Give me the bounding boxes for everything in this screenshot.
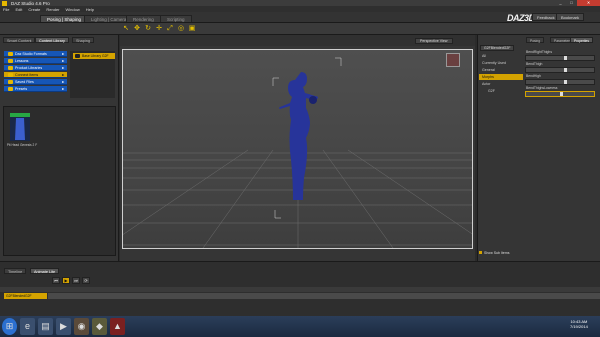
arrow-icon: ► xyxy=(61,87,65,91)
system-clock[interactable]: 10:43 AM 7/19/2014 xyxy=(570,319,588,329)
menu-file[interactable]: File xyxy=(3,7,9,12)
daz-icon[interactable]: ◆ xyxy=(92,318,107,335)
morph-slider[interactable] xyxy=(525,79,595,85)
arrow-icon: ► xyxy=(61,80,65,84)
view-cube-icon[interactable] xyxy=(446,53,460,67)
play-icon[interactable]: ▶ xyxy=(62,277,70,284)
folder-icon[interactable]: ▤ xyxy=(38,318,53,335)
ie-icon[interactable]: e xyxy=(20,318,35,335)
show-sub-items-checkbox[interactable]: Show Sub Items xyxy=(479,251,509,255)
track-lane[interactable] xyxy=(48,293,600,299)
morph-slider[interactable] xyxy=(525,67,595,73)
list-item[interactable]: Actor xyxy=(479,81,523,87)
tab-shaping[interactable]: Shaping xyxy=(72,37,94,43)
folder-item[interactable]: Daz Studio Formats ► xyxy=(4,51,67,57)
window-title: DAZ Studio 4.6 Pro xyxy=(11,0,50,6)
translate-tool-icon[interactable]: ✛ xyxy=(155,25,163,33)
sub-list-item[interactable]: G2F xyxy=(485,88,523,94)
menu-window[interactable]: Window xyxy=(66,7,80,12)
figure-hand xyxy=(309,96,317,104)
folder-item[interactable]: Presets ► xyxy=(4,86,67,92)
thumbnail-label: Pit Head Genesis 2 F xyxy=(6,143,38,147)
folder-item[interactable]: Saved Files ► xyxy=(4,79,67,85)
list-item-selected[interactable]: Morphs xyxy=(479,74,523,80)
pdf-icon[interactable]: ▲ xyxy=(110,318,125,335)
tab-rendering[interactable]: Rendering xyxy=(126,15,161,22)
slider-knob[interactable] xyxy=(564,68,567,72)
viewport-frame[interactable]: Cam xyxy=(122,49,473,249)
menu-create[interactable]: Create xyxy=(28,7,40,12)
next-frame-icon[interactable]: ⏭ xyxy=(72,277,80,284)
arrow-icon: ► xyxy=(61,73,65,77)
arrow-icon: ► xyxy=(61,52,65,56)
tab-timeline[interactable]: Timeline xyxy=(4,268,27,274)
loop-icon[interactable]: ⟳ xyxy=(82,277,90,284)
menu-help[interactable]: Help xyxy=(86,7,94,12)
camera-dropdown[interactable]: Perspective View xyxy=(415,38,453,44)
figure-thumbnail-image xyxy=(10,113,30,140)
timeline-track[interactable]: G2FBlendedG2F xyxy=(4,293,47,299)
first-frame-icon[interactable]: ⏮ xyxy=(52,277,60,284)
selected-content-item[interactable]: Base Library G2F xyxy=(73,53,115,59)
folder-item[interactable]: Lessons ► xyxy=(4,58,67,64)
timeline-ruler[interactable] xyxy=(0,287,600,292)
tab-posing-pane[interactable]: Posing xyxy=(526,37,545,43)
folder-icon xyxy=(8,52,13,56)
checkbox-icon xyxy=(479,251,482,254)
render-tool-icon[interactable]: ▣ xyxy=(188,25,196,33)
folder-item-selected[interactable]: Connect Items ► xyxy=(4,72,67,78)
list-item[interactable]: All xyxy=(479,53,523,59)
arrow-icon: ► xyxy=(61,66,65,70)
menu-render[interactable]: Render xyxy=(46,7,59,12)
folder-icon xyxy=(8,66,13,70)
select-tool-icon[interactable]: ↖ xyxy=(122,25,130,33)
tab-properties[interactable]: Properties xyxy=(570,37,594,43)
folder-item[interactable]: Product Libraries ► xyxy=(4,65,67,71)
slider-label: BendHigh xyxy=(526,74,541,78)
arrow-icon: ► xyxy=(61,59,65,63)
tab-posing[interactable]: Posing | Shaping xyxy=(40,15,88,22)
folder-icon xyxy=(8,87,13,91)
slider-knob[interactable] xyxy=(564,56,567,60)
tab-content-library[interactable]: Content Library xyxy=(35,37,69,43)
list-item[interactable]: Currently Used xyxy=(479,60,523,66)
viewport-header: Perspective View xyxy=(120,35,475,46)
tab-scripting[interactable]: Scripting xyxy=(160,15,192,22)
firefox-icon[interactable]: ◉ xyxy=(74,318,89,335)
folder-icon xyxy=(8,80,13,84)
morph-slider[interactable] xyxy=(525,55,595,61)
folder-icon xyxy=(8,73,13,77)
folder-icon xyxy=(75,54,80,58)
slider-knob[interactable] xyxy=(564,80,567,84)
figure-thumbnail[interactable] xyxy=(10,113,30,141)
rotate-tool-icon[interactable]: ↻ xyxy=(144,25,152,33)
menu-edit[interactable]: Edit xyxy=(15,7,22,12)
scene-canvas xyxy=(123,50,472,248)
list-item[interactable]: General xyxy=(479,67,523,73)
morph-slider[interactable] xyxy=(525,91,595,97)
tab-smart-content[interactable]: Smart Content xyxy=(3,37,36,43)
slider-knob[interactable] xyxy=(560,92,563,96)
taskbar xyxy=(0,316,600,337)
daz-logo: DAZ3D xyxy=(507,13,535,23)
folder-icon xyxy=(8,59,13,63)
media-icon[interactable]: ▶ xyxy=(56,318,71,335)
start-button-icon[interactable]: ⊞ xyxy=(2,318,17,335)
tab-animate-lite[interactable]: Animate Lite xyxy=(30,268,60,274)
camera-tool-icon[interactable]: ◎ xyxy=(177,25,185,33)
slider-label: BendThighsLowness xyxy=(526,86,558,90)
app-icon xyxy=(2,0,7,6)
node-dropdown[interactable]: G2FBlendedG2F xyxy=(480,45,515,51)
pose-tool-icon[interactable]: ✥ xyxy=(133,25,141,33)
bookmark-button[interactable]: Bookmark xyxy=(556,13,585,21)
slider-label: BendRightThighs xyxy=(526,50,553,54)
toolbar: ↖ ✥ ↻ ✛ ⤢ ◎ ▣ xyxy=(0,23,600,35)
slider-label: BendThigh xyxy=(526,62,543,66)
scale-tool-icon[interactable]: ⤢ xyxy=(166,25,174,33)
